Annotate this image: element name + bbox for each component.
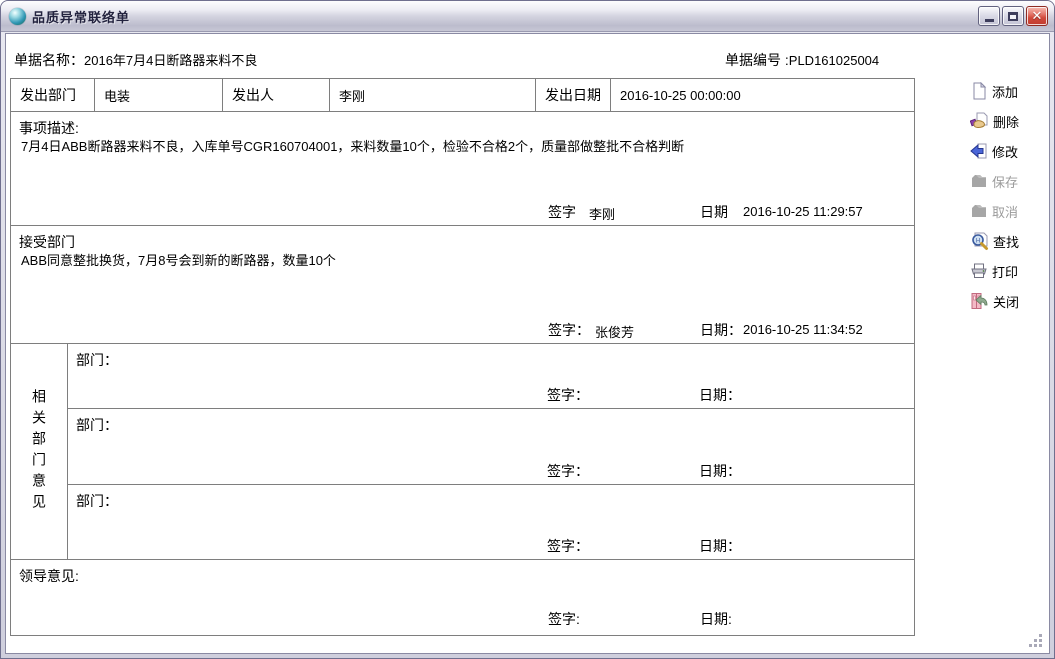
maximize-button[interactable] bbox=[1002, 6, 1024, 26]
close-x-icon: ✕ bbox=[1032, 8, 1043, 24]
toolbar: 添加 删除 修改 bbox=[968, 76, 1050, 316]
close-form-label: 关闭 bbox=[993, 292, 1019, 311]
issuer-label: 发出人 bbox=[223, 79, 330, 111]
dept-label: 部门： bbox=[76, 491, 118, 511]
doc-name-line: 单据名称：2016年7月4日断路器来料不良 bbox=[14, 50, 257, 70]
search-magnifier-icon: H bbox=[970, 232, 989, 251]
sign-value: 张俊芳 bbox=[595, 322, 634, 341]
add-label: 添加 bbox=[992, 82, 1018, 101]
modify-button[interactable]: 修改 bbox=[968, 136, 1050, 166]
minimize-icon bbox=[985, 19, 994, 22]
related-dept-row: 部门： 签字： 日期： bbox=[68, 409, 914, 486]
save-button[interactable]: 保存 bbox=[968, 166, 1050, 196]
minimize-button[interactable] bbox=[978, 6, 1000, 26]
receiving-label: 接受部门 bbox=[19, 232, 75, 252]
description-section: 事项描述: 7月4日ABB断路器来料不良，入库单号CGR160704001，来料… bbox=[11, 112, 914, 226]
save-folder-icon-disabled bbox=[970, 172, 988, 190]
related-depts-label: 相关部门意见 bbox=[29, 389, 49, 515]
delete-eraser-icon bbox=[970, 112, 989, 130]
leader-opinion-section: 领导意见: 签字: 日期: bbox=[11, 560, 914, 635]
related-dept-row: 部门： 签字： 日期： bbox=[68, 344, 914, 409]
issue-dept-value: 电装 bbox=[95, 79, 223, 111]
print-label: 打印 bbox=[992, 262, 1018, 281]
modify-arrow-icon bbox=[970, 142, 988, 160]
receiving-content: ABB同意整批换货，7月8号会到新的断路器，数量10个 bbox=[21, 252, 904, 270]
app-sphere-icon bbox=[9, 8, 26, 25]
description-content: 7月4日ABB断路器来料不良，入库单号CGR160704001，来料数量10个，… bbox=[21, 138, 904, 156]
print-button[interactable]: 打印 bbox=[968, 256, 1050, 286]
date-label: 日期： bbox=[699, 536, 741, 556]
quality-form-table: 发出部门 电装 发出人 李刚 发出日期 2016-10-25 00:00:00 … bbox=[10, 78, 915, 636]
sign-label: 签字： bbox=[547, 461, 589, 481]
cancel-label: 取消 bbox=[992, 202, 1018, 221]
issue-date-value: 2016-10-25 00:00:00 bbox=[611, 79, 914, 111]
title-bar: 品质异常联络单 ✕ bbox=[1, 1, 1054, 32]
resize-grip[interactable] bbox=[1029, 634, 1043, 648]
dept-label: 部门： bbox=[76, 350, 118, 370]
close-form-button[interactable]: 关闭 bbox=[968, 286, 1050, 316]
signature-line: 签字： 日期： bbox=[68, 385, 914, 403]
leader-signature-line: 签字: 日期: bbox=[11, 609, 914, 627]
find-button[interactable]: H 查找 bbox=[968, 226, 1050, 256]
doc-name-value: 2016年7月4日断路器来料不良 bbox=[84, 53, 257, 68]
date-label: 日期: bbox=[700, 609, 732, 629]
sign-label: 签字： bbox=[547, 385, 589, 405]
dept-label: 部门： bbox=[76, 415, 118, 435]
doc-no-line: 单据编号 :PLD161025004 bbox=[725, 50, 879, 70]
svg-text:H: H bbox=[976, 238, 980, 244]
issuer-value: 李刚 bbox=[330, 79, 536, 111]
sign-value: 李刚 bbox=[589, 204, 615, 223]
doc-no-label: 单据编号 : bbox=[725, 52, 789, 68]
doc-no-value: PLD161025004 bbox=[789, 53, 879, 68]
cancel-folder-icon-disabled bbox=[970, 202, 988, 220]
issue-dept-label: 发出部门 bbox=[11, 79, 95, 111]
receiving-signature-line: 签字： 张俊芳 日期： 2016-10-25 11:34:52 bbox=[11, 320, 914, 338]
date-label: 日期 bbox=[700, 202, 728, 222]
add-document-icon bbox=[970, 82, 988, 100]
date-value: 2016-10-25 11:34:52 bbox=[743, 322, 863, 337]
leader-opinion-label: 领导意见: bbox=[19, 566, 79, 586]
issue-date-label: 发出日期 bbox=[536, 79, 611, 111]
delete-label: 删除 bbox=[993, 112, 1019, 131]
delete-button[interactable]: 删除 bbox=[968, 106, 1050, 136]
sign-label: 签字： bbox=[547, 536, 589, 556]
sign-label: 签字： bbox=[548, 320, 590, 340]
date-label: 日期： bbox=[700, 320, 742, 340]
doc-name-label: 单据名称： bbox=[14, 52, 84, 68]
signature-line: 签字： 日期： bbox=[68, 461, 914, 479]
related-depts-header-cell: 相关部门意见 bbox=[11, 344, 68, 559]
sign-label: 签字: bbox=[548, 609, 580, 629]
description-label: 事项描述: bbox=[19, 118, 79, 138]
close-button[interactable]: ✕ bbox=[1026, 6, 1048, 26]
window-title: 品质异常联络单 bbox=[32, 7, 978, 26]
add-button[interactable]: 添加 bbox=[968, 76, 1050, 106]
related-dept-row: 部门： 签字： 日期： bbox=[68, 485, 914, 559]
date-label: 日期： bbox=[699, 385, 741, 405]
form-area: 单据名称：2016年7月4日断路器来料不良 单据编号 :PLD161025004… bbox=[5, 33, 1050, 654]
maximize-icon bbox=[1008, 12, 1018, 21]
modify-label: 修改 bbox=[992, 142, 1018, 161]
issue-info-row: 发出部门 电装 发出人 李刚 发出日期 2016-10-25 00:00:00 bbox=[11, 79, 914, 112]
cancel-button[interactable]: 取消 bbox=[968, 196, 1050, 226]
description-signature-line: 签字 李刚 日期 2016-10-25 11:29:57 bbox=[11, 202, 914, 220]
date-value: 2016-10-25 11:29:57 bbox=[743, 204, 863, 219]
app-window: 品质异常联络单 ✕ 单据名称：2016年7月4日断路器来料不良 单据编号 :PL… bbox=[0, 0, 1055, 659]
save-label: 保存 bbox=[992, 172, 1018, 191]
find-label: 查找 bbox=[993, 232, 1019, 251]
close-door-icon bbox=[970, 292, 989, 310]
signature-line: 签字： 日期： bbox=[68, 536, 914, 554]
receiving-section: 接受部门 ABB同意整批换货，7月8号会到新的断路器，数量10个 签字： 张俊芳… bbox=[11, 226, 914, 344]
sign-label: 签字 bbox=[548, 202, 576, 222]
printer-icon bbox=[970, 262, 988, 280]
related-depts-section: 相关部门意见 部门： 签字： 日期： 部门： 签字： 日期： bbox=[11, 344, 914, 560]
date-label: 日期： bbox=[699, 461, 741, 481]
